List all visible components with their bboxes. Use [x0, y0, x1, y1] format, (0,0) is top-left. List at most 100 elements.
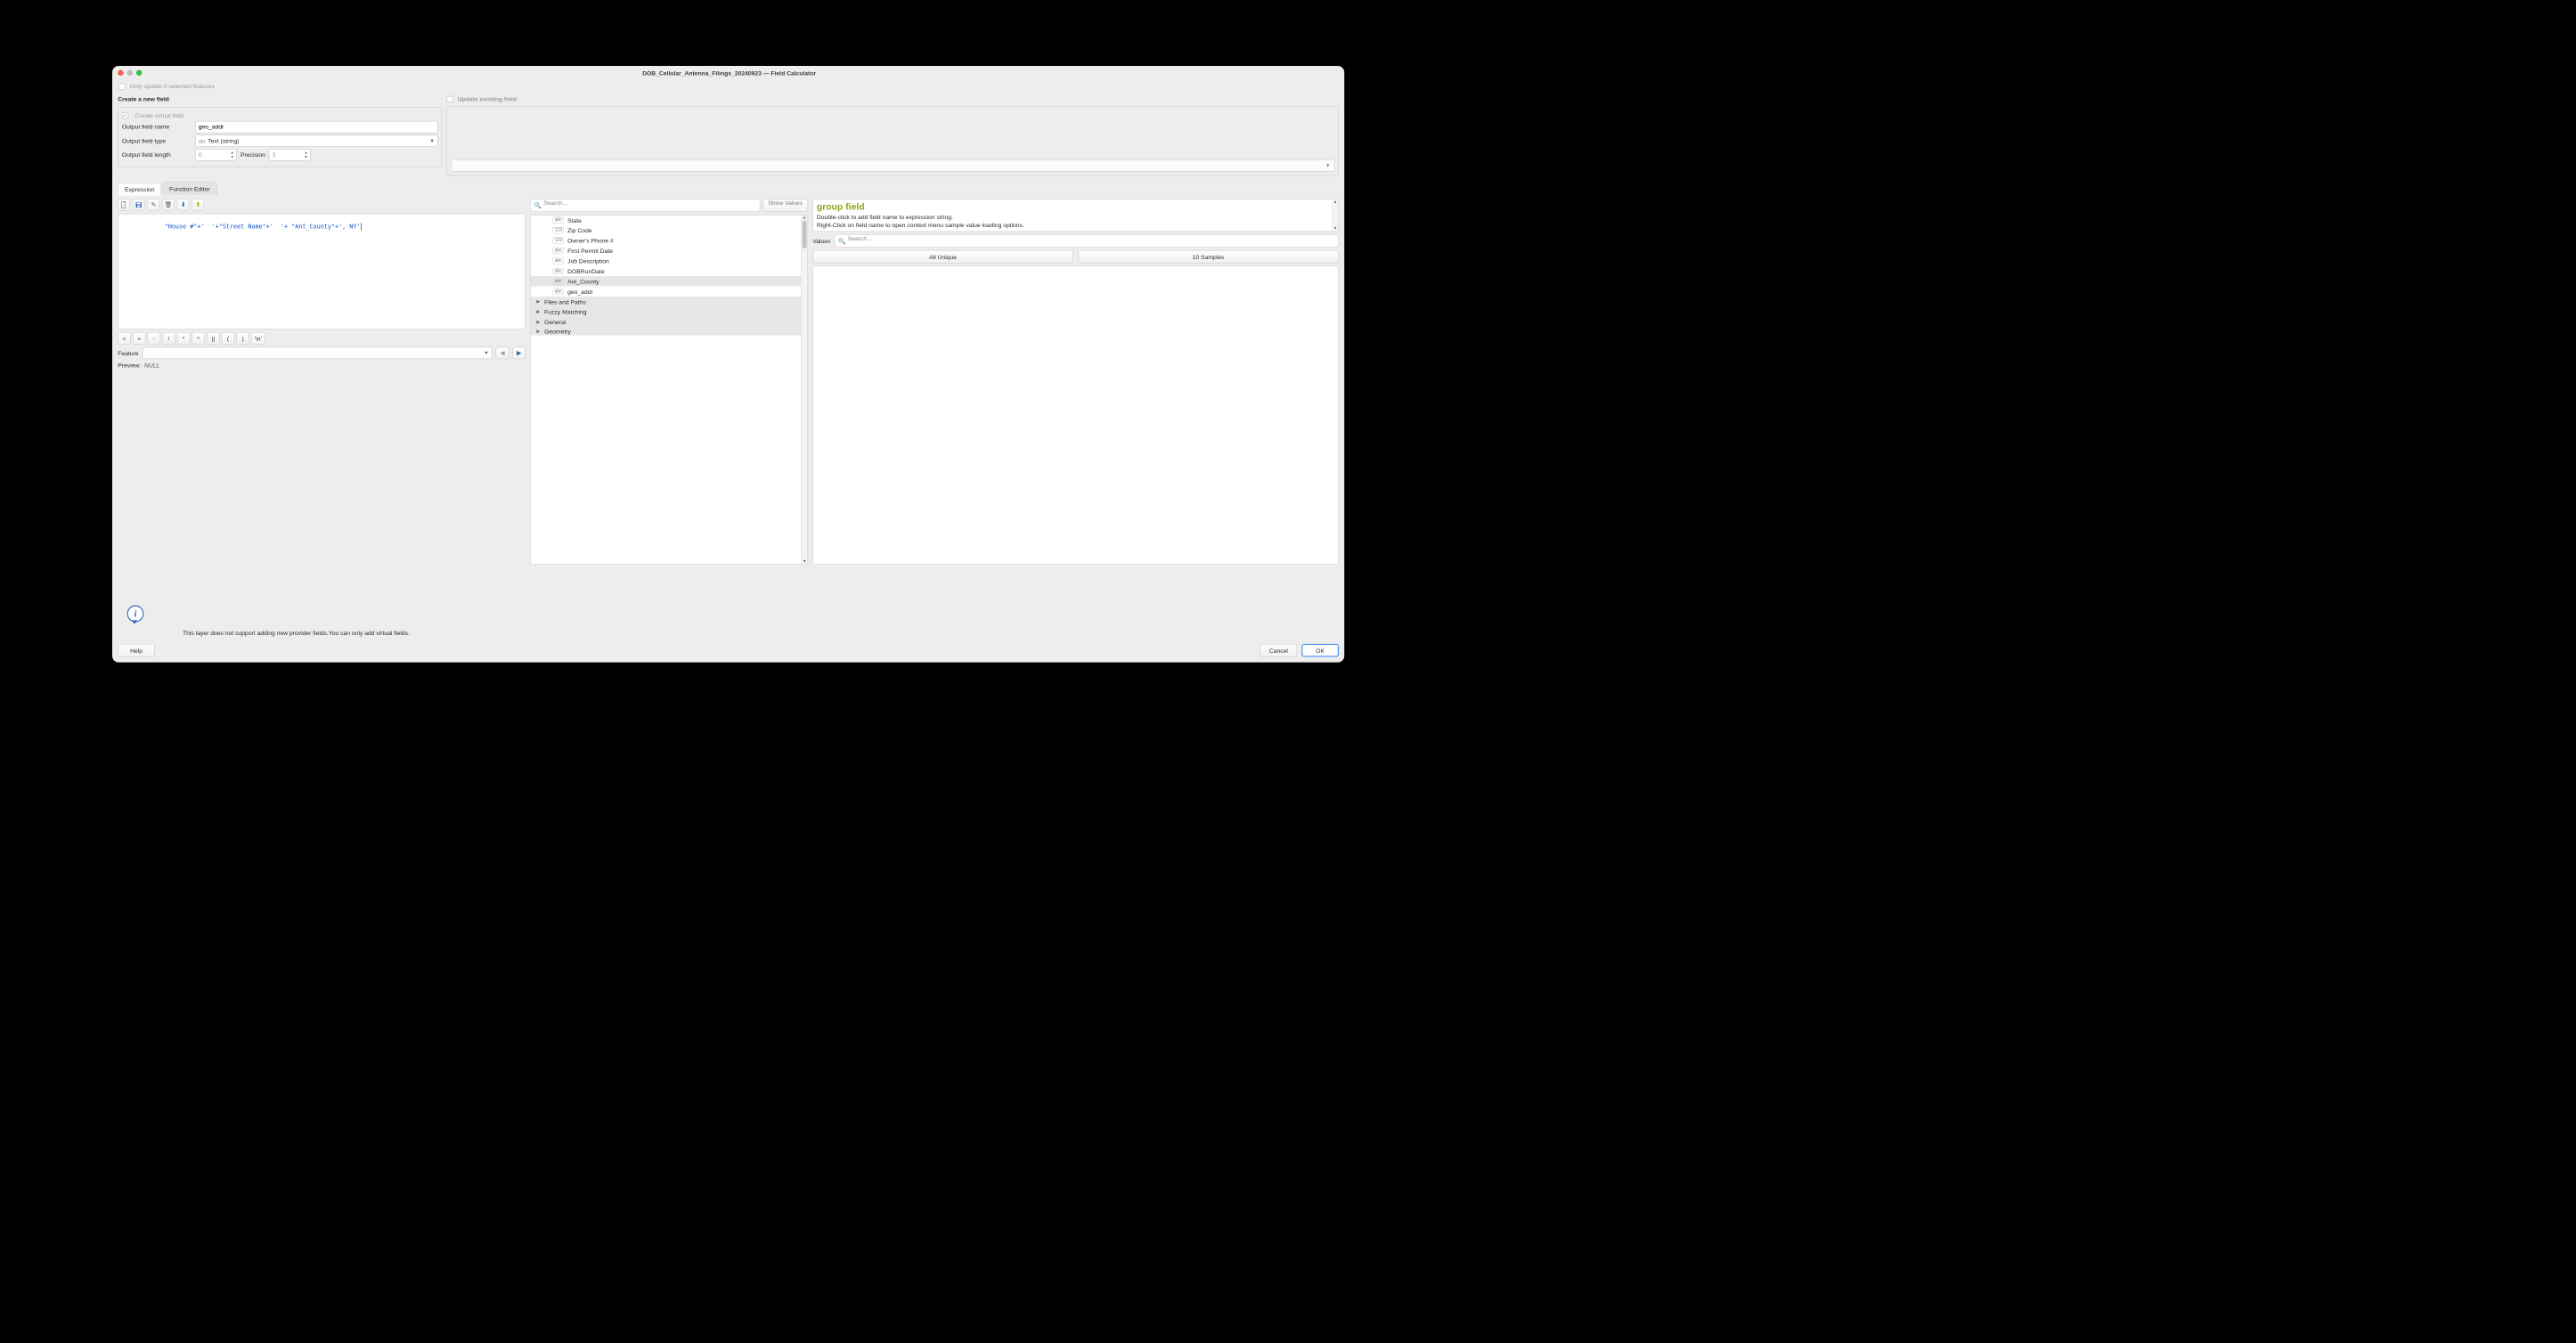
import-icon[interactable]: ⬇ [177, 199, 190, 211]
save-icon[interactable] [133, 199, 145, 211]
field-item-selected: abcAnt_County [531, 276, 802, 286]
disclosure-icon[interactable]: ▶ [536, 329, 541, 334]
field-item: abcDOBRunDate [531, 266, 802, 276]
only-update-label: Only update 0 selected features [130, 83, 215, 90]
field-calculator-dialog: DOB_Cellular_Antenna_Filings_20240923 — … [112, 66, 1344, 663]
tree-category: ▶Fuzzy Matching [531, 306, 802, 316]
ok-button[interactable]: OK [1301, 644, 1339, 657]
scroll-down-icon[interactable]: ▼ [1333, 225, 1339, 231]
type-badge-icon: abc [199, 139, 208, 144]
tabs: Expression Function Editor [118, 183, 1339, 196]
update-existing-checkbox [446, 96, 452, 102]
output-type-combo[interactable]: abcText (string) ▼ [195, 134, 437, 147]
op-mul[interactable]: * [177, 332, 191, 345]
op-div[interactable]: / [162, 332, 175, 345]
field-item: 123Owner's Phone # [531, 235, 802, 245]
preview-value: NULL [144, 362, 159, 369]
help-line1: Double-click to add field name to expres… [817, 214, 1334, 221]
prev-feature-button[interactable]: ◀ [496, 347, 509, 360]
tree-category: ▶Geometry [531, 327, 802, 335]
op-newline[interactable]: '\n' [251, 332, 265, 345]
help-panel: ▲ ▼ group field Double-click to add fiel… [812, 199, 1339, 232]
edit-icon[interactable]: ✎ [148, 199, 160, 211]
titlebar: DOB_Cellular_Antenna_Filings_20240923 — … [112, 66, 1344, 80]
output-name-label: Output field name [122, 124, 192, 131]
output-length-label: Output field length [122, 151, 192, 159]
help-button[interactable]: Help [118, 644, 155, 657]
chevron-down-icon: ▼ [427, 138, 435, 143]
create-virtual-checkbox [122, 112, 128, 118]
output-length-spin: 0 ▲▼ [195, 149, 237, 161]
disclosure-icon[interactable]: ▶ [536, 309, 541, 314]
next-feature-button[interactable]: ▶ [512, 347, 526, 360]
values-search-input[interactable]: 🔍 Search… [835, 234, 1339, 248]
spin-buttons: ▲▼ [229, 150, 235, 159]
new-file-icon[interactable] [118, 199, 130, 211]
scroll-thumb[interactable] [803, 221, 807, 248]
window-title: DOB_Cellular_Antenna_Filings_20240923 — … [142, 69, 1317, 77]
search-icon: 🔍 [534, 202, 542, 209]
values-label: Values [812, 238, 830, 245]
precision-spin: 3 ▲▼ [269, 149, 311, 161]
create-field-group: Create virtual field Output field name O… [118, 107, 442, 167]
cancel-button[interactable]: Cancel [1260, 644, 1298, 657]
field-item: abcJob Description [531, 256, 802, 265]
spin-buttons: ▲▼ [303, 150, 309, 159]
close-icon[interactable] [118, 70, 123, 76]
function-tree[interactable]: abcState 123Zip Code 123Owner's Phone # … [530, 215, 808, 565]
tree-category: ▶General [531, 317, 802, 327]
function-search-input[interactable]: 🔍 Search… [530, 199, 760, 212]
field-item: abcState [531, 216, 802, 225]
help-line2: Right-Click on field name to open contex… [817, 222, 1334, 229]
precision-label: Precision [240, 151, 265, 159]
scroll-down-icon[interactable]: ▼ [802, 558, 808, 564]
create-field-title: Create a new field [118, 95, 442, 102]
update-field-title: Update existing field [458, 95, 517, 102]
search-icon: 🔍 [838, 238, 845, 245]
tree-category: ▶Files and Paths [531, 297, 802, 306]
expression-editor[interactable]: "House #"+' '+"Street Name"+' '+ "Ant_Co… [118, 214, 526, 330]
tab-function-editor[interactable]: Function Editor [162, 183, 216, 196]
help-title: group field [817, 202, 1334, 213]
scroll-up-icon[interactable]: ▲ [1333, 199, 1339, 205]
info-icon: i [127, 606, 144, 623]
expression-toolbar: ✎ 🗑 ⬇ ⬆ [118, 199, 526, 211]
operator-row: = + - / * ^ || ( ) '\n' [118, 332, 526, 345]
all-unique-button[interactable]: All Unique [812, 250, 1073, 264]
show-values-button[interactable]: Show Values [763, 199, 808, 212]
feature-label: Feature [118, 350, 138, 357]
op-minus[interactable]: - [148, 332, 161, 345]
op-pow[interactable]: ^ [192, 332, 205, 345]
op-rparen[interactable]: ) [236, 332, 249, 345]
window-controls [118, 70, 142, 76]
op-concat[interactable]: || [207, 332, 220, 345]
update-field-combo: ▼ [451, 159, 1334, 172]
export-icon[interactable]: ⬆ [192, 199, 204, 211]
ten-samples-button[interactable]: 10 Samples [1078, 250, 1339, 264]
op-plus[interactable]: + [133, 332, 146, 345]
info-text: This layer does not support adding new p… [183, 630, 410, 637]
output-name-input[interactable] [195, 121, 437, 134]
preview-label: Preview: [118, 362, 141, 369]
tab-expression[interactable]: Expression [118, 183, 161, 196]
only-update-row: Only update 0 selected features [118, 81, 1339, 92]
field-item: abcFirst Permit Date [531, 246, 802, 256]
help-scrollbar[interactable]: ▲ ▼ [1332, 199, 1338, 232]
only-update-checkbox [118, 84, 125, 90]
field-item: abcgeo_addr [531, 287, 802, 297]
tree-scrollbar[interactable]: ▲ ▼ [801, 216, 807, 565]
op-eq[interactable]: = [118, 332, 131, 345]
chevron-down-icon: ▼ [1325, 163, 1331, 168]
chevron-down-icon: ▼ [481, 350, 489, 355]
disclosure-icon[interactable]: ▶ [536, 320, 541, 325]
output-type-label: Output field type [122, 137, 192, 144]
delete-icon[interactable]: 🗑 [162, 199, 175, 211]
create-virtual-label: Create virtual field [135, 112, 183, 119]
field-item: 123Zip Code [531, 225, 802, 235]
minimize-icon[interactable] [127, 70, 133, 76]
update-field-group: ▼ [446, 106, 1339, 175]
values-list[interactable] [812, 266, 1339, 565]
disclosure-icon[interactable]: ▶ [536, 299, 541, 305]
op-lparen[interactable]: ( [222, 332, 235, 345]
feature-combo[interactable]: ▼ [143, 347, 493, 360]
